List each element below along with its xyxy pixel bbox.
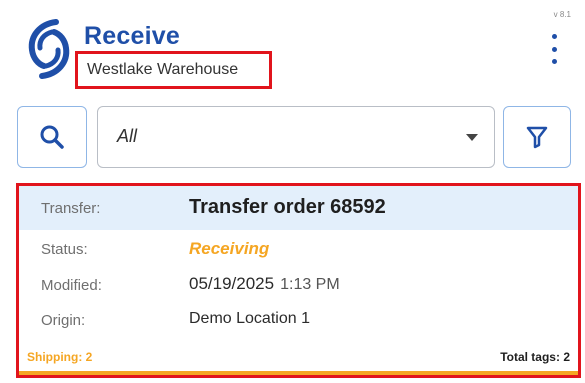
app-header: Receive Westlake Warehouse v 8.1 — [0, 0, 585, 98]
status-value: Receiving — [189, 239, 270, 258]
modified-label: Modified: — [41, 277, 102, 294]
origin-label: Origin: — [41, 312, 86, 329]
modified-time: 1:13 PM — [280, 276, 340, 293]
modified-value: 05/19/2025 1:13 PM — [189, 274, 340, 294]
total-tags: Total tags: 2 — [500, 350, 570, 364]
modified-date: 05/19/2025 — [189, 274, 275, 293]
search-button[interactable] — [17, 106, 87, 168]
transfer-value: Transfer order 68592 — [189, 196, 386, 218]
status-label: Status: — [41, 241, 88, 258]
chevron-down-icon — [466, 134, 478, 141]
origin-value: Demo Location 1 — [189, 310, 310, 327]
company-logo — [28, 19, 70, 79]
progress-bar — [19, 371, 578, 375]
filter-icon — [526, 126, 548, 149]
version-label: v 8.1 — [553, 10, 571, 19]
transfer-filter-select[interactable]: All — [97, 106, 495, 168]
select-value: All — [117, 126, 138, 146]
page-title: Receive — [84, 22, 180, 50]
transfer-label: Transfer: — [41, 200, 101, 217]
shipping-count: Shipping: 2 — [27, 350, 93, 364]
search-icon — [40, 125, 64, 149]
progress-fill — [19, 371, 578, 375]
warehouse-highlight: Westlake Warehouse — [75, 51, 272, 89]
filter-button[interactable] — [503, 106, 571, 168]
transfer-card[interactable]: Transfer: Transfer order 68592 Status: R… — [16, 183, 581, 378]
more-vert-icon[interactable] — [546, 34, 562, 64]
warehouse-name: Westlake Warehouse — [87, 61, 239, 78]
